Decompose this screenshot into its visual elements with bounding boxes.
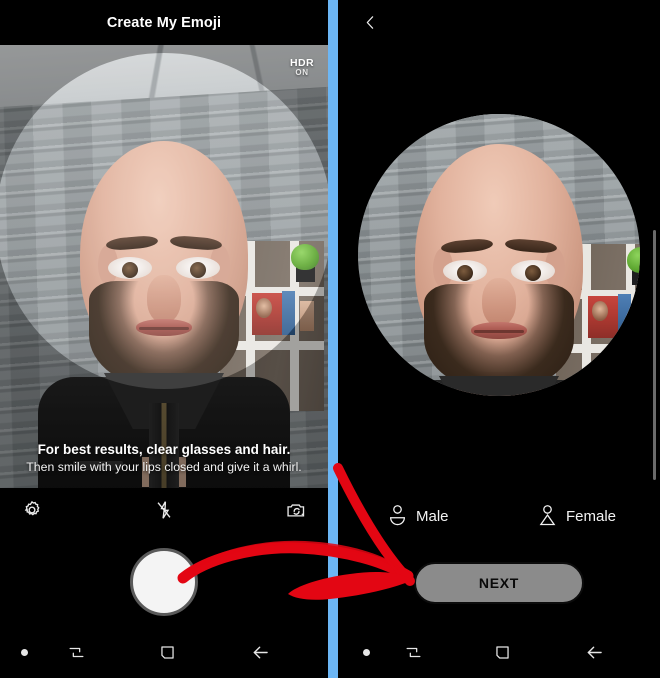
page-title: Create My Emoji <box>106 14 222 31</box>
gender-label-female: Female <box>566 507 617 525</box>
camera-header: Create My Emoji <box>0 0 328 45</box>
gender-option-female[interactable]: Female <box>538 497 616 535</box>
nav-recents-button[interactable] <box>54 626 98 678</box>
book-blue <box>282 291 295 335</box>
instruction-primary: For best results, clear glasses and hair… <box>37 442 291 457</box>
left-phone-screen: Create My Emoji HDR ON For best results,… <box>0 0 328 678</box>
next-button[interactable]: NEXT <box>414 562 584 604</box>
nav-home-button[interactable] <box>480 626 524 678</box>
switch-camera-button[interactable] <box>274 488 318 532</box>
person-subject <box>38 141 290 488</box>
home-icon <box>495 645 509 659</box>
flash-off-icon <box>157 501 171 519</box>
gear-icon <box>24 500 40 516</box>
vase <box>300 301 314 331</box>
chevron-left-icon <box>366 16 373 29</box>
panel-divider <box>328 0 338 678</box>
camera-feed-image <box>0 45 328 488</box>
captured-photo-image <box>358 114 640 396</box>
gender-label-male: Male <box>416 507 449 525</box>
vertical-scrollbar[interactable] <box>653 230 656 480</box>
plant-icon <box>291 244 319 270</box>
captured-photo-preview <box>358 114 640 396</box>
recents-icon <box>69 647 83 657</box>
nav-home-button[interactable] <box>145 626 189 678</box>
back-icon <box>253 646 268 658</box>
android-navbar-right <box>338 626 660 678</box>
nav-recents-button[interactable] <box>391 626 435 678</box>
home-icon <box>160 645 174 659</box>
back-button[interactable] <box>354 7 386 39</box>
nav-back-button[interactable] <box>572 626 616 678</box>
nav-back-button[interactable] <box>238 626 282 678</box>
right-phone-screen: Male Female NEXT <box>338 0 660 678</box>
settings-button[interactable] <box>10 488 54 532</box>
gender-option-male[interactable]: Male <box>388 497 449 535</box>
camera-controls-row <box>0 488 328 532</box>
nav-dot-button[interactable] <box>2 626 46 678</box>
camera-switch-icon <box>286 503 304 517</box>
male-avatar-icon <box>390 504 405 525</box>
gender-selector: Male Female <box>338 497 660 535</box>
android-navbar-left <box>0 626 328 678</box>
flash-off-button[interactable] <box>142 488 186 532</box>
instruction-secondary: Then smile with your lips closed and giv… <box>26 460 302 474</box>
dot-icon <box>20 648 28 656</box>
camera-viewfinder[interactable]: HDR ON For best results, clear glasses a… <box>0 45 328 488</box>
nav-dot-button[interactable] <box>344 626 388 678</box>
back-icon <box>587 646 602 658</box>
recents-icon <box>406 647 420 657</box>
result-header <box>338 0 660 45</box>
dot-icon <box>362 648 370 656</box>
female-avatar-icon <box>539 504 556 525</box>
instruction-text: For best results, clear glasses and hair… <box>0 442 328 474</box>
screenshot-root: Create My Emoji HDR ON For best results,… <box>0 0 660 678</box>
shutter-button[interactable] <box>130 548 198 616</box>
